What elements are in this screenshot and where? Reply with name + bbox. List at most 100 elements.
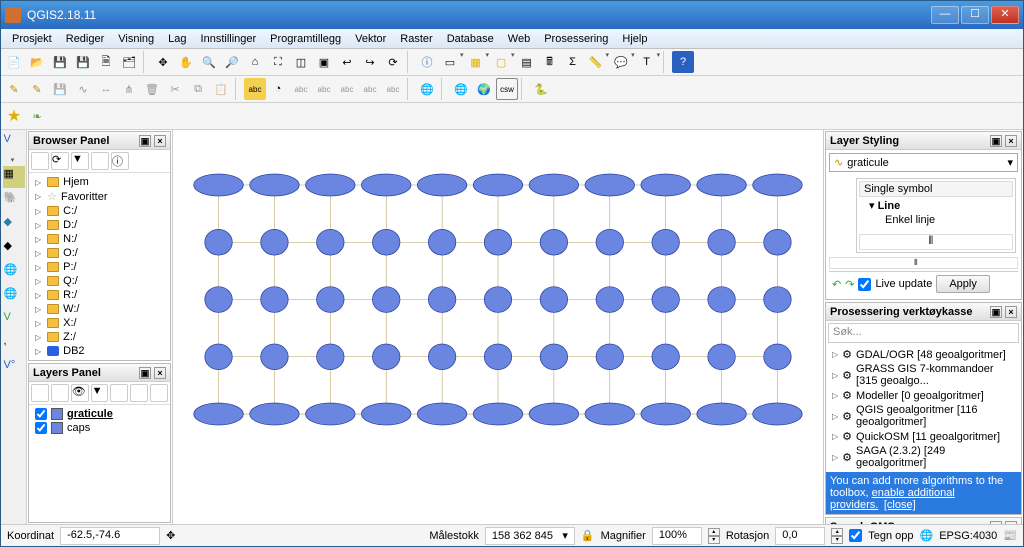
save-edits-icon[interactable]: 💾: [49, 78, 71, 100]
star-plugin-icon[interactable]: ★: [3, 105, 25, 127]
scrollbar[interactable]: ⦀: [859, 234, 1013, 250]
close-panel-icon[interactable]: ×: [1005, 135, 1017, 147]
browser-item[interactable]: P:/: [33, 260, 166, 274]
add-wms-icon[interactable]: 🌐: [3, 262, 25, 284]
live-update-checkbox[interactable]: [858, 278, 871, 291]
refresh-icon[interactable]: ⟳: [382, 51, 404, 73]
browser-item[interactable]: Q:/: [33, 274, 166, 288]
menu-vektor[interactable]: Vektor: [348, 31, 393, 47]
add-vector-icon[interactable]: V: [3, 132, 25, 154]
save-as-icon[interactable]: 💾: [72, 51, 94, 73]
plugin-globe-icon[interactable]: 🌐: [416, 78, 438, 100]
rotation-field[interactable]: 0,0: [775, 527, 825, 545]
filter-legend-icon[interactable]: ▼: [91, 384, 109, 402]
browser-item[interactable]: Z:/: [33, 330, 166, 344]
menu-innstillinger[interactable]: Innstillinger: [194, 31, 264, 47]
magnifier-field[interactable]: 100%: [652, 527, 702, 545]
cut-icon[interactable]: ✂: [164, 78, 186, 100]
add-spatialite-icon[interactable]: ◆: [3, 214, 25, 236]
measure-icon[interactable]: 📏: [585, 51, 607, 73]
pan-selection-icon[interactable]: ✋: [175, 51, 197, 73]
map-tips-icon[interactable]: 💬: [610, 51, 632, 73]
undock-icon[interactable]: ▣: [139, 367, 151, 379]
browser-item[interactable]: C:/: [33, 204, 166, 218]
diagram-icon[interactable]: ◔: [267, 78, 289, 100]
zoom-native-icon[interactable]: ⌂: [244, 51, 266, 73]
save-icon[interactable]: 💾: [49, 51, 71, 73]
symbol-node-simple-line[interactable]: Enkel linje: [885, 214, 935, 226]
properties-icon[interactable]: ⓘ: [111, 152, 129, 170]
delete-icon[interactable]: 🗑: [141, 78, 163, 100]
dropdown-icon[interactable]: ▾: [511, 51, 515, 73]
menu-lag[interactable]: Lag: [161, 31, 193, 47]
browser-item[interactable]: D:/: [33, 218, 166, 232]
zoom-last-icon[interactable]: ↩: [336, 51, 358, 73]
collapse-icon[interactable]: [91, 152, 109, 170]
toggle-edit-icon[interactable]: ✎: [26, 78, 48, 100]
messages-icon[interactable]: 📰: [1003, 529, 1017, 542]
processing-provider[interactable]: ⚙GDAL/OGR [48 geoalgoritmer]: [830, 347, 1017, 362]
python-console-icon[interactable]: 🐍: [530, 78, 552, 100]
menu-prosessering[interactable]: Prosessering: [537, 31, 615, 47]
undock-icon[interactable]: ▣: [990, 135, 1002, 147]
scrollbar[interactable]: ⦀: [829, 257, 1018, 269]
attribute-table-icon[interactable]: ▤: [516, 51, 538, 73]
menu-programtillegg[interactable]: Programtillegg: [263, 31, 348, 47]
browser-item[interactable]: X:/: [33, 316, 166, 330]
add-wcs-icon[interactable]: 🌐: [3, 286, 25, 308]
copy-icon[interactable]: ⧉: [187, 78, 209, 100]
maximize-button[interactable]: ☐: [961, 6, 989, 24]
metasearch-icon[interactable]: 🌐: [450, 78, 472, 100]
collapse-all-icon[interactable]: [130, 384, 148, 402]
menu-hjelp[interactable]: Hjelp: [615, 31, 654, 47]
node-tool-icon[interactable]: ⋔: [118, 78, 140, 100]
processing-provider[interactable]: ⚙QuickOSM [11 geoalgoritmer]: [830, 429, 1017, 444]
map-canvas[interactable]: [173, 130, 823, 524]
label-abc-icon[interactable]: abc: [244, 78, 266, 100]
close-button[interactable]: ✕: [991, 6, 1019, 24]
open-project-icon[interactable]: 📂: [26, 51, 48, 73]
symbol-node-line[interactable]: Line: [878, 200, 901, 212]
add-raster-icon[interactable]: ▦: [3, 166, 25, 188]
zoom-selection-icon[interactable]: ◫: [290, 51, 312, 73]
apply-button[interactable]: Apply: [936, 275, 990, 293]
print-composer-icon[interactable]: 🗎: [95, 51, 117, 73]
identify-icon[interactable]: ⓘ: [416, 51, 438, 73]
lock-icon[interactable]: 🔒: [581, 529, 595, 542]
scale-field[interactable]: 158 362 845▾: [485, 527, 575, 545]
add-wfs-icon[interactable]: V: [3, 310, 25, 332]
rotation-spinner[interactable]: ▴▾: [831, 528, 843, 544]
render-checkbox[interactable]: [849, 529, 862, 542]
browser-item[interactable]: DB2: [33, 344, 166, 358]
layer-visibility-checkbox[interactable]: [35, 408, 47, 420]
layer-visibility-checkbox[interactable]: [35, 422, 47, 434]
leaf-plugin-icon[interactable]: ❧: [26, 105, 48, 127]
browser-tree[interactable]: Hjem☆FavoritterC:/D:/N:/O:/P:/Q:/R:/W:/X…: [29, 173, 170, 360]
add-layer-icon[interactable]: [31, 152, 49, 170]
annotation-icon[interactable]: T: [636, 51, 658, 73]
menu-visning[interactable]: Visning: [111, 31, 161, 47]
processing-provider[interactable]: ⚙GRASS GIS 7-kommandoer [315 geoalgo...: [830, 362, 1017, 388]
osm-icon[interactable]: 🌍: [473, 78, 495, 100]
dropdown-icon[interactable]: ▾: [631, 51, 635, 73]
help-icon[interactable]: ?: [672, 51, 694, 73]
dropdown-icon[interactable]: ▾: [606, 51, 610, 73]
zoom-full-icon[interactable]: ⛶: [267, 51, 289, 73]
new-project-icon[interactable]: 📄: [3, 51, 25, 73]
close-panel-icon[interactable]: ×: [154, 367, 166, 379]
processing-provider[interactable]: ⚙SAGA (2.3.2) [249 geoalgoritmer]: [830, 444, 1017, 470]
zoom-out-icon[interactable]: 🔎: [221, 51, 243, 73]
move-feature-icon[interactable]: ↔: [95, 78, 117, 100]
dropdown-icon[interactable]: ▾: [460, 51, 464, 73]
label-move-icon[interactable]: abc: [336, 78, 358, 100]
coord-field[interactable]: -62.5,-74.6: [60, 527, 160, 545]
browser-item[interactable]: W:/: [33, 302, 166, 316]
processing-search[interactable]: Søk...: [828, 323, 1019, 343]
crs-icon[interactable]: 🌐: [920, 529, 934, 542]
paste-icon[interactable]: 📋: [210, 78, 232, 100]
menu-raster[interactable]: Raster: [393, 31, 439, 47]
csw-icon[interactable]: csw: [496, 78, 518, 100]
stats-icon[interactable]: Σ: [562, 51, 584, 73]
browser-item[interactable]: ☆Favoritter: [33, 189, 166, 204]
label-change-icon[interactable]: abc: [382, 78, 404, 100]
